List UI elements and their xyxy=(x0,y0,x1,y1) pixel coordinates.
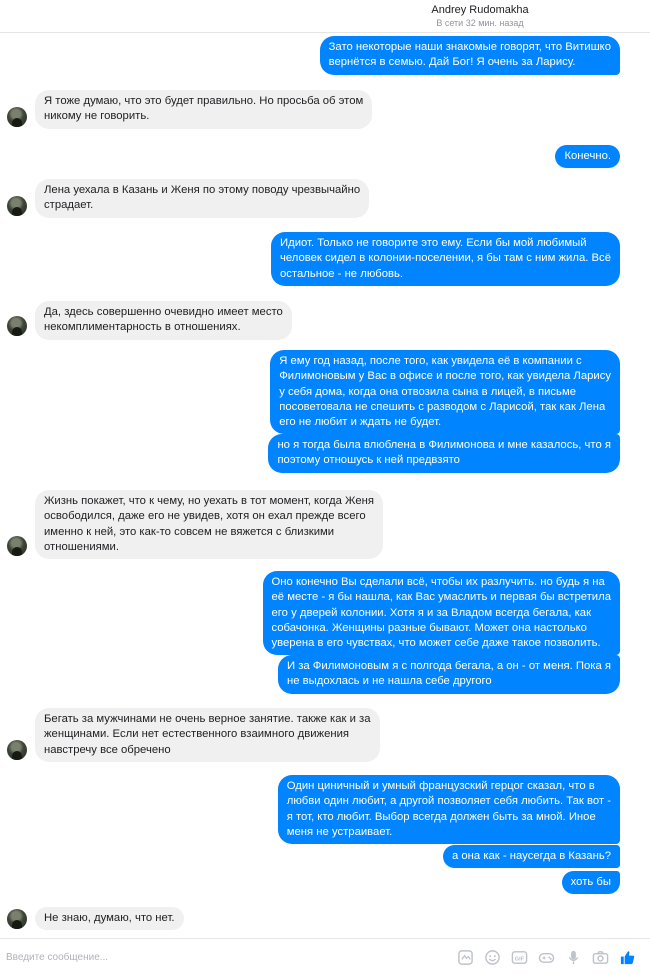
message-outgoing[interactable]: Идиот. Только не говорите это ему. Если … xyxy=(270,232,620,286)
sticker-pack-icon[interactable] xyxy=(456,948,474,966)
presence-status: В сети 32 мин. назад xyxy=(436,18,524,28)
gif-icon[interactable]: GIF xyxy=(510,948,528,966)
message-input[interactable] xyxy=(6,949,406,965)
svg-text:GIF: GIF xyxy=(514,956,524,962)
mic-icon[interactable] xyxy=(564,948,582,966)
message-outgoing[interactable]: а она как - наусегда в Казань? xyxy=(442,845,620,869)
message-outgoing[interactable]: И за Филимоновым я с полгода бегала, а о… xyxy=(277,655,620,694)
message-outgoing[interactable]: Один циничный и умный французский герцог… xyxy=(277,775,620,845)
composer-toolbar: GIF xyxy=(456,948,636,966)
message-outgoing[interactable]: Оно конечно Вы сделали всё, чтобы их раз… xyxy=(262,571,620,656)
like-icon[interactable] xyxy=(618,948,636,966)
contact-avatar[interactable] xyxy=(7,536,27,556)
message-outgoing[interactable]: Зато некоторые наши знакомые говорят, чт… xyxy=(319,36,620,75)
contact-avatar[interactable] xyxy=(7,909,27,929)
message-incoming[interactable]: Бегать за мужчинами не очень верное заня… xyxy=(35,708,380,762)
emoji-icon[interactable] xyxy=(483,948,501,966)
message-incoming[interactable]: Жизнь покажет, что к чему, но уехать в т… xyxy=(35,490,383,560)
game-icon[interactable] xyxy=(537,948,555,966)
message-outgoing[interactable]: хоть бы xyxy=(561,871,620,895)
contact-avatar[interactable] xyxy=(7,196,27,216)
message-outgoing[interactable]: Конечно. xyxy=(555,145,620,169)
message-incoming[interactable]: Я тоже думаю, что это будет правильно. Н… xyxy=(35,90,373,129)
message-outgoing[interactable]: Я ему год назад, после того, как увидела… xyxy=(270,350,620,435)
message-incoming[interactable]: Да, здесь совершенно очевидно имеет мест… xyxy=(35,301,292,340)
message-thread[interactable]: Зато некоторые наши знакомые говорят, чт… xyxy=(0,33,650,938)
contact-name[interactable]: Andrey Rudomakha xyxy=(0,4,650,16)
message-composer: GIF xyxy=(0,938,650,974)
contact-avatar[interactable] xyxy=(7,740,27,760)
camera-icon[interactable] xyxy=(591,948,609,966)
chat-header: Andrey Rudomakha В сети 32 мин. назад xyxy=(0,0,650,33)
contact-avatar[interactable] xyxy=(7,107,27,127)
contact-avatar[interactable] xyxy=(7,316,27,336)
message-outgoing[interactable]: но я тогда была влюблена в Филимонова и … xyxy=(268,434,620,473)
message-incoming[interactable]: Лена уехала в Казань и Женя по этому пов… xyxy=(35,179,370,218)
message-incoming[interactable]: Не знаю, думаю, что нет. xyxy=(35,907,184,931)
